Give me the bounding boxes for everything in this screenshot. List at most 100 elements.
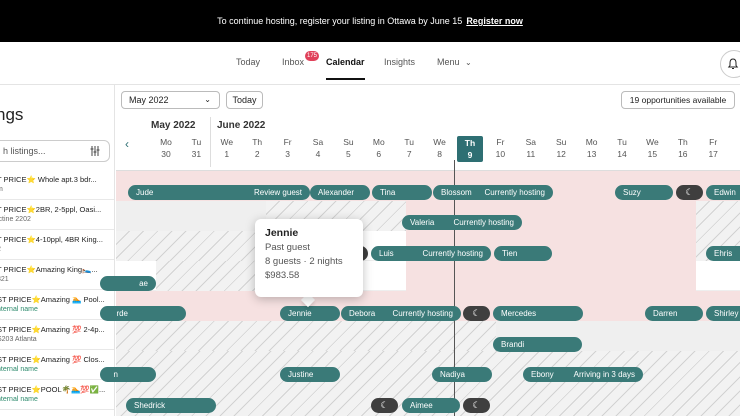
booking-blossom[interactable]: Blossom Currently hosting <box>433 185 553 200</box>
day-header[interactable]: Fr 3 <box>275 136 301 160</box>
tooltip-status: Past guest <box>265 242 310 253</box>
day-of-week: Th <box>252 137 263 147</box>
day-of-week: Th <box>677 137 688 147</box>
booking-ae[interactable]: ae <box>100 276 156 291</box>
month-divider <box>210 117 211 167</box>
day-header[interactable]: Sa 4 <box>305 136 331 160</box>
day-header[interactable]: Th 2 <box>244 136 270 160</box>
blocked-cells <box>116 231 266 261</box>
day-number: 13 <box>586 149 597 159</box>
booking-brandi[interactable]: Brandi <box>493 337 582 352</box>
day-header-today[interactable]: Th 9 <box>457 136 483 162</box>
day-of-week: Tu <box>404 137 414 147</box>
booking-edwin[interactable]: Edwin <box>706 185 740 200</box>
booking-ehris[interactable]: Ehris <box>706 246 740 261</box>
day-header[interactable]: We 1 <box>214 136 240 160</box>
chevron-down-icon: ⌄ <box>204 95 211 104</box>
booking-status: Currently hosting <box>453 218 514 227</box>
booking-alexander[interactable]: Alexander <box>310 185 370 200</box>
booking-suzy[interactable]: Suzy <box>615 185 673 200</box>
nav-calendar[interactable]: Calendar <box>326 57 365 80</box>
opportunities-button[interactable]: 19 opportunities available <box>621 91 735 109</box>
booking-jennie[interactable]: Jennie <box>280 306 340 321</box>
booking-mercedes[interactable]: Mercedes <box>493 306 583 321</box>
listing-item[interactable]: T PRICE⭐Amazing King🛌... 321 <box>0 260 114 290</box>
moon-icon[interactable]: ☾ <box>676 185 703 200</box>
notifications-button[interactable] <box>720 50 740 78</box>
listings-title: ngs <box>0 105 24 124</box>
listing-item[interactable]: T PRICE⭐2BR, 2-5ppl, Oasi... ictine 2202 <box>0 200 114 230</box>
nav-menu[interactable]: Menu ⌄ <box>437 57 472 67</box>
listing-subtitle: S203 Atlanta <box>0 336 37 343</box>
day-number: 3 <box>285 149 290 159</box>
booking-tina[interactable]: Tina <box>372 185 432 200</box>
booking-shirley[interactable]: Shirley <box>706 306 740 321</box>
booking-jude[interactable]: Jude Review guest <box>128 185 310 200</box>
listing-item[interactable]: ST PRICE⭐Amazing 💯 Clos... nternal name <box>0 350 114 380</box>
day-header[interactable]: Su 5 <box>335 136 361 160</box>
moon-icon[interactable]: ☾ <box>463 306 490 321</box>
moon-icon[interactable]: ☾ <box>463 398 490 413</box>
booking-aimee[interactable]: Aimee <box>402 398 460 413</box>
day-of-week: We <box>433 137 446 147</box>
guest-name: Darren <box>653 309 678 318</box>
today-button[interactable]: Today <box>226 91 263 109</box>
booking-ebony[interactable]: Ebony Arriving in 3 days <box>523 367 643 382</box>
listing-title: ST PRICE⭐Amazing 💯 2-4p... <box>0 325 105 334</box>
month-select[interactable]: May 2022 ⌄ <box>121 91 220 109</box>
month-select-value: May 2022 <box>129 95 169 105</box>
nav-insights[interactable]: Insights <box>384 57 415 67</box>
nav-today[interactable]: Today <box>236 57 260 67</box>
day-of-week: Sa <box>525 137 536 147</box>
guest-name: Mercedes <box>501 309 537 318</box>
tooltip-price: $983.58 <box>265 270 300 281</box>
chevron-left-icon[interactable]: ‹ <box>125 137 129 151</box>
listing-item[interactable]: T PRICE⭐ Whole apt.3 bdr... m <box>0 170 114 200</box>
day-header[interactable]: Tu 31 <box>183 136 209 160</box>
listing-item[interactable]: ST PRICE⭐POOL🌴🏊💯✅... nternal name <box>0 380 114 410</box>
booking-debora[interactable]: Debora Currently hosting <box>341 306 461 321</box>
register-now-link[interactable]: Register now <box>466 16 523 26</box>
nav-inbox[interactable]: Inbox <box>282 57 304 67</box>
moon-icon[interactable]: ☾ <box>371 398 398 413</box>
day-header[interactable]: Fr 17 <box>700 136 726 160</box>
listing-title: ST PRICE⭐Amazing 🏊 Pool... <box>0 295 105 304</box>
guest-name: Aimee <box>410 401 433 410</box>
listing-item[interactable]: ST PRICE⭐Amazing 💯 2-4p... S203 Atlanta <box>0 320 114 350</box>
booking-n[interactable]: n <box>100 367 156 382</box>
guest-name: Ehris <box>714 249 733 258</box>
day-header[interactable]: Tu 7 <box>396 136 422 160</box>
guest-name: Valeria <box>410 218 435 227</box>
day-header[interactable]: Fr 10 <box>487 136 513 160</box>
day-header[interactable]: Mo 6 <box>366 136 392 160</box>
booking-valeria[interactable]: Valeria Currently hosting <box>402 215 522 230</box>
booking-nadiya[interactable]: Nadiya <box>432 367 492 382</box>
booking-darren[interactable]: Darren <box>645 306 703 321</box>
day-of-week: Su <box>343 137 354 147</box>
day-header[interactable]: Mo 30 <box>153 136 179 160</box>
booking-tien[interactable]: Tien <box>494 246 552 261</box>
day-header[interactable]: We 8 <box>427 136 453 160</box>
day-header[interactable]: Sa 11 <box>518 136 544 160</box>
day-header[interactable]: Su 12 <box>548 136 574 160</box>
day-number: 31 <box>191 149 202 159</box>
app-root: To continue hosting, register your listi… <box>0 0 740 416</box>
day-number: 1 <box>224 149 230 159</box>
booking-justine[interactable]: Justine <box>280 367 340 382</box>
booking-luis[interactable]: Luis Currently hosting <box>371 246 491 261</box>
tooltip-detail: 8 guests · 2 nights <box>265 256 343 267</box>
listing-item[interactable]: T PRICE⭐4-10ppl, 4BR King... 2 <box>0 230 114 260</box>
day-number: 14 <box>617 149 627 159</box>
filter-icon[interactable] <box>89 145 101 157</box>
day-of-week: Mo <box>585 137 598 147</box>
booking-shedrick[interactable]: Shedrick <box>126 398 216 413</box>
listing-search-input[interactable]: h listings... <box>0 140 110 162</box>
day-header[interactable]: Th 16 <box>670 136 696 160</box>
booking-rde[interactable]: rde <box>100 306 186 321</box>
day-header[interactable]: We 15 <box>639 136 665 160</box>
day-header[interactable]: Tu 14 <box>609 136 635 160</box>
guest-name: Ebony <box>531 370 554 379</box>
day-header[interactable]: Mo 13 <box>579 136 605 160</box>
listing-title: T PRICE⭐2BR, 2-5ppl, Oasi... <box>0 205 102 214</box>
listing-item[interactable]: ST PRICE⭐Amazing 🏊 Pool... nternal name <box>0 290 114 320</box>
